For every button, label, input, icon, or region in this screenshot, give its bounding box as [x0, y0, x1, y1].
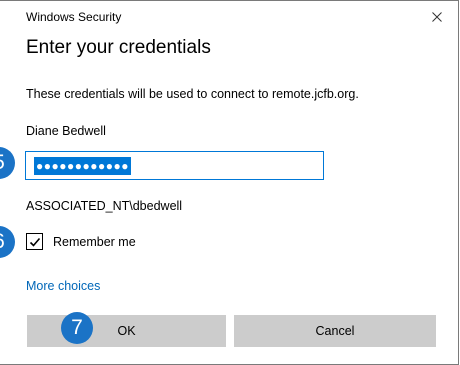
- dialog-description: These credentials will be used to connec…: [26, 87, 359, 101]
- username-label: Diane Bedwell: [26, 124, 106, 138]
- checkmark-icon: [29, 237, 40, 247]
- dialog-heading: Enter your credentials: [26, 37, 211, 58]
- domain-user-label: ASSOCIATED_NT\dbedwell: [26, 199, 183, 213]
- close-icon: [432, 12, 442, 22]
- step-marker-7: 7: [61, 312, 93, 344]
- window-title: Windows Security: [26, 10, 122, 24]
- password-value: ●●●●●●●●●●●●: [34, 156, 131, 175]
- remember-me-row[interactable]: Remember me: [26, 233, 136, 250]
- more-choices-link[interactable]: More choices: [26, 279, 100, 293]
- remember-me-checkbox[interactable]: [26, 233, 43, 250]
- ok-button[interactable]: OK: [27, 315, 226, 347]
- password-field[interactable]: ●●●●●●●●●●●●: [25, 151, 324, 180]
- close-button[interactable]: [424, 5, 450, 29]
- credentials-dialog: Windows Security Enter your credentials …: [0, 0, 459, 365]
- cancel-button[interactable]: Cancel: [234, 315, 436, 347]
- remember-me-label: Remember me: [53, 234, 136, 249]
- title-bar: Windows Security: [0, 1, 458, 33]
